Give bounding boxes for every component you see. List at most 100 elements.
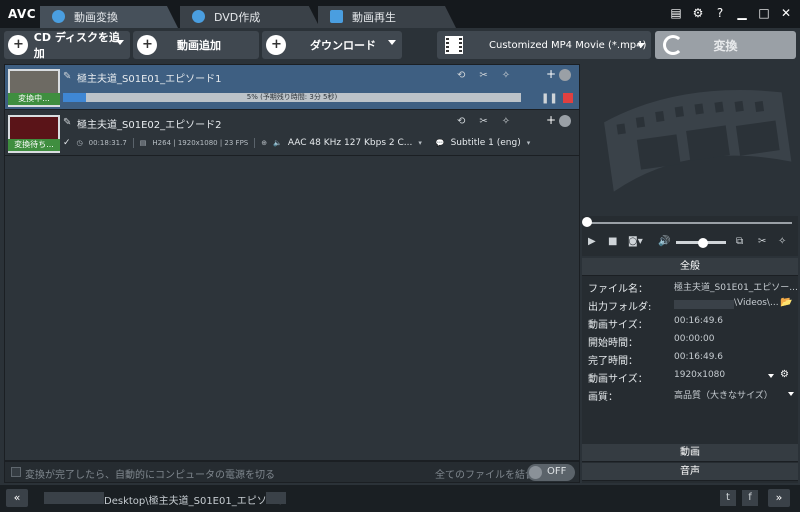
convert-button[interactable]: 変換 [655,31,796,59]
check-icon[interactable]: ✓ [63,138,71,148]
general-header[interactable]: 全般 [582,258,798,276]
output-path[interactable]: Desktop\極主夫道_S01E01_エピソード [104,492,287,507]
merge-toggle[interactable]: OFF [527,464,575,481]
status-badge: 変換中... [8,93,60,105]
effects-icon[interactable]: ✧ [502,70,510,81]
chevron-down-icon[interactable] [388,40,396,45]
gear-icon[interactable]: ⚙ [780,369,789,380]
prop-key: 画質： [588,392,618,403]
add-video-label: 動画追加 [177,39,221,52]
prop-value[interactable]: 1920x1080 [674,370,725,380]
chevron-down-icon[interactable] [788,392,794,396]
tab-dvd[interactable]: DVD作成 [180,6,320,28]
seek-handle[interactable] [582,217,592,227]
prop-value[interactable]: 高品質（大きなサイズ） [674,388,773,401]
volume-icon[interactable]: 🔊 [658,236,670,247]
video-info: H264 | 1920x1080 | 23 FPS [152,139,249,147]
prop-value[interactable]: 00:16:49.6 [674,352,723,362]
cut-icon[interactable]: ✂ [479,70,487,81]
status-bar: « Desktop\極主夫道_S01E01_エピソード t f » [0,485,800,512]
prop-value[interactable]: 00:00:00 [674,334,714,344]
status-badge: 変換待ち... [8,139,60,151]
redacted-block [44,492,104,504]
effects-icon[interactable]: ✧ [502,116,510,127]
progress-text: 5% (予期残り時間: 3分 5秒) [246,93,338,101]
output-format-select[interactable]: Customized MP4 Movie (*.mp4) [437,31,651,59]
prop-row: 動画サイズ： 1920x1080 ⚙ [582,367,798,385]
twitter-icon[interactable]: t [720,490,736,506]
stop-icon[interactable]: ■ [608,236,617,247]
effects-icon[interactable]: ✧ [778,236,786,247]
edit-pencil-icon[interactable]: ✎ [63,71,71,82]
maximize-icon[interactable]: □ [758,7,770,19]
video-info-icon: ▤ [139,139,147,147]
preview-area [582,64,798,214]
film-reel-watermark-icon [604,90,792,192]
redacted-block [266,492,286,504]
tab-convert-label: 動画変換 [74,11,118,24]
snapshot-icon[interactable]: ◙▾ [628,236,643,247]
edit-pencil-icon[interactable]: ✎ [63,117,71,128]
minimize-icon[interactable]: ▁ [736,7,748,19]
play-icon [330,10,343,23]
duration: 00:18:31.7 [88,139,127,147]
divider [132,138,134,148]
video-header[interactable]: 動画 [582,444,798,462]
tab-play[interactable]: 動画再生 [318,6,456,28]
register-icon[interactable]: ▤ [670,7,682,19]
chevron-down-icon[interactable]: ▾ [418,139,422,147]
play-icon[interactable]: ▶ [588,236,596,247]
volume-handle[interactable] [698,238,708,248]
status-dot-icon[interactable] [559,69,571,81]
prop-value[interactable]: \Videos\... [734,298,779,308]
collapse-right-icon[interactable]: » [768,489,790,507]
subtitle-select[interactable]: Subtitle 1 (eng) [451,138,521,148]
speaker-icon: 🔈 [273,139,282,147]
add-cd-button[interactable]: CD ディスクを追加 [4,31,130,60]
convert-icon [52,10,65,23]
tab-dvd-label: DVD作成 [214,11,261,24]
folder-open-icon[interactable]: 📂 [780,297,792,308]
chevron-down-icon[interactable]: ▾ [527,139,531,147]
prop-value[interactable]: 極主夫道_S01E01_エピソー... [674,280,798,293]
app-window: AVC 動画変換 DVD作成 動画再生 ▤ ⚙ ? ▁ □ ✕ CD ディスクを… [0,0,800,512]
rotate-icon[interactable]: ⟲ [457,116,465,127]
help-icon[interactable]: ? [714,7,726,19]
collapse-left-icon[interactable]: « [6,489,28,507]
cut-icon[interactable]: ✂ [758,236,766,247]
facebook-icon[interactable]: f [742,490,758,506]
prop-key: 動画サイズ： [588,374,648,385]
chevron-down-icon[interactable] [768,374,774,378]
player-controls: ▶ ■ ◙▾ 🔊 ⧉ ✂ ✧ [582,216,798,256]
file-row[interactable]: 変換待ち... ✎ 極主夫道_S01E02_エピソード2 ⟲ ✂ ✧ + ✓ ◷… [5,111,579,156]
rotate-icon[interactable]: ⟲ [457,70,465,81]
pause-icon[interactable]: ❚❚ [541,93,558,104]
divider [254,138,256,148]
stop-icon[interactable] [563,93,573,103]
toolbar: CD ディスクを追加 動画追加 ダウンロード Customized MP4 Mo… [0,28,800,62]
audio-select[interactable]: AAC 48 KHz 127 Kbps 2 C... [288,138,413,148]
audio-header[interactable]: 音声 [582,463,798,481]
add-icon[interactable]: + [546,113,556,127]
auto-shutdown-checkbox[interactable] [11,467,21,477]
prop-key: 動画サイズ： [588,320,648,331]
cut-icon[interactable]: ✂ [479,116,487,127]
copy-icon[interactable]: ⧉ [736,236,743,247]
remove-icon[interactable] [559,115,571,127]
chevron-down-icon[interactable] [116,40,124,45]
chevron-down-icon[interactable] [637,43,645,48]
file-title[interactable]: 極主夫道_S01E01_エピソード1 [77,70,221,85]
download-button[interactable]: ダウンロード [262,31,402,59]
prop-key: 開始時間： [588,338,638,349]
prop-row: 完了時間： 00:16:49.6 [582,349,798,367]
list-footer: 変換が完了したら、自動的にコンピュータの電源を切る 全てのファイルを結合 OFF [4,461,580,483]
add-icon[interactable]: + [546,67,556,81]
file-row[interactable]: 変換中... ✎ 極主夫道_S01E01_エピソード1 ⟲ ✂ ✧ + 5% (… [5,65,579,110]
add-video-button[interactable]: 動画追加 [133,31,259,59]
tab-convert[interactable]: 動画変換 [40,6,178,28]
close-icon[interactable]: ✕ [780,7,792,19]
add-disc-icon [8,35,28,55]
seek-bar[interactable] [588,222,792,224]
gear-icon[interactable]: ⚙ [692,7,704,19]
file-title[interactable]: 極主夫道_S01E02_エピソード2 [77,116,221,131]
